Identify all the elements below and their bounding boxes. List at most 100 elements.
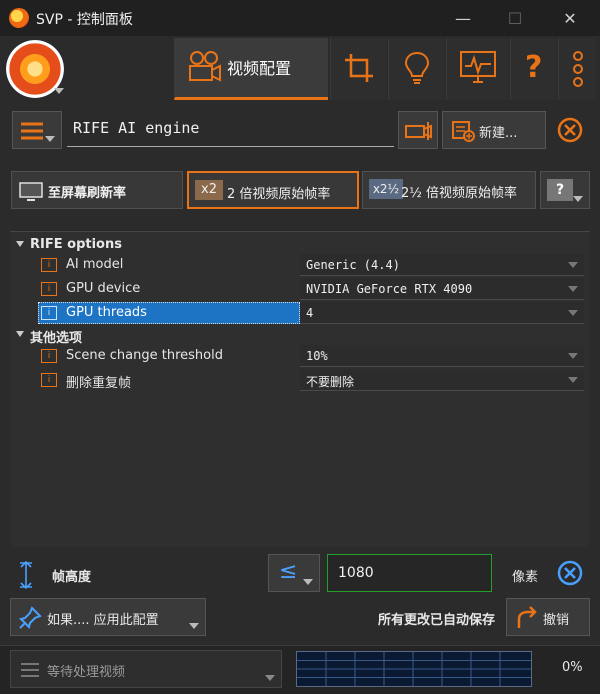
autosave-status: 所有更改已自动保存 [378,613,496,628]
chevron-down-icon [54,88,64,94]
info-icon: i [41,349,57,363]
app-logo-icon [9,8,29,28]
option-row-gpu-threads[interactable]: i GPU threads 4 [10,302,590,325]
list-icon [21,663,39,677]
video-queue-dropdown[interactable]: 等待处理视频 [10,650,282,688]
group-label: 其他选项 [30,331,83,346]
expand-icon [16,241,24,247]
group-label: RIFE options [30,237,122,252]
undo-arrow-icon [517,606,537,628]
option-label: 删除重复帧 [66,376,132,391]
mode-custom-dropdown[interactable]: ? [540,171,590,209]
option-row-gpu-device[interactable]: i GPU device NVIDIA GeForce RTX 4090 [10,278,590,301]
chevron-down-icon [568,377,578,383]
option-value-dropdown[interactable]: 不要删除 [300,369,584,391]
chevron-down-icon [303,579,313,585]
tab-video-config[interactable]: 视频配置 [174,38,328,100]
profile-name-input[interactable]: RIFE AI engine [67,111,394,147]
chevron-down-icon [573,196,583,202]
chevron-down-icon [568,286,578,292]
option-value: 不要删除 [306,375,355,389]
profile-settings-button[interactable] [398,111,438,149]
info-icon: i [41,306,57,320]
option-value-dropdown[interactable]: 10% [300,345,584,367]
option-value: 10% [306,349,328,363]
unit-label: 像素 [512,570,539,585]
frame-height-input[interactable]: 1080 [327,554,492,592]
crop-icon [345,54,373,82]
option-row-scene-change[interactable]: i Scene change threshold 10% [10,345,590,368]
window-title: SVP - 控制面板 [36,12,133,28]
load-percent: 0% [562,660,583,675]
mode-2x-button[interactable]: x2 2 倍视频原始帧率 [187,171,359,209]
chevron-down-icon [45,136,55,142]
delete-profile-button[interactable] [551,111,589,149]
more-options-icon [573,51,583,87]
group-other-options[interactable]: 其他选项 [10,324,590,347]
cpu-load-graph [296,651,532,687]
mode-screen-refresh-button[interactable]: 至屏幕刷新率 [11,171,183,209]
tab-monitor[interactable] [446,38,508,100]
tab-tips[interactable] [388,38,444,100]
chevron-down-icon [568,310,578,316]
film-config-icon [405,122,432,140]
option-value: NVIDIA GeForce RTX 4090 [306,282,473,296]
new-profile-button[interactable]: 新建... [442,111,546,149]
info-icon: i [41,258,57,272]
x2-5-icon: x2½ [369,179,403,199]
maximize-button[interactable]: ☐ [492,0,538,36]
option-value: Generic (4.4) [306,258,400,272]
undo-button[interactable]: 撤销 [506,598,590,636]
minimize-button[interactable]: — [440,0,486,36]
mode-2-5x-label: 2½ 倍视频原始帧率 [401,186,518,201]
menu-icon [21,122,43,140]
close-window-button[interactable]: ✕ [547,0,593,36]
info-icon: i [41,282,57,296]
compare-operator-dropdown[interactable]: ≤ [268,554,320,592]
close-circle-icon [557,560,583,586]
load-graph-grid [297,652,531,686]
apply-if-label: 如果.... 应用此配置 [47,613,159,628]
option-value: 4 [306,306,314,320]
mode-2x-label: 2 倍视频原始帧率 [227,187,331,202]
question-icon: ? [547,179,573,201]
x2-icon: x2 [195,180,223,200]
chevron-down-icon [568,262,578,268]
help-icon: ? [525,50,543,85]
queue-status-label: 等待处理视频 [47,665,126,680]
option-value-dropdown[interactable]: Generic (4.4) [300,254,584,276]
option-value-dropdown[interactable]: 4 [300,302,584,324]
chevron-down-icon [568,353,578,359]
option-row-remove-duplicates[interactable]: i 删除重复帧 不要删除 [10,369,590,392]
pin-icon [19,606,42,629]
option-label: AI model [66,257,124,272]
tab-video-config-label: 视频配置 [227,59,292,78]
close-circle-icon [557,117,583,143]
new-profile-label: 新建... [479,126,518,141]
apply-if-button[interactable]: 如果.... 应用此配置 [10,598,206,636]
option-label: GPU device [66,281,141,296]
new-document-icon [452,121,475,142]
clear-height-button[interactable] [551,554,589,592]
lightbulb-icon [404,51,430,84]
option-row-ai-model[interactable]: i AI model Generic (4.4) [10,254,590,277]
expand-icon [16,331,24,337]
monitor-icon [19,182,43,201]
video-camera-icon [189,51,221,82]
option-label: Scene change threshold [66,348,223,363]
mode-2-5x-button[interactable]: x2½ 2½ 倍视频原始帧率 [362,171,536,209]
info-icon: i [41,373,57,387]
compare-operator: ≤ [279,559,298,584]
option-value-dropdown[interactable]: NVIDIA GeForce RTX 4090 [300,278,584,300]
tab-help[interactable]: ? [510,38,556,100]
vertical-resize-icon [20,561,32,589]
tab-more[interactable] [558,38,596,100]
option-label: GPU threads [66,305,147,320]
tab-crop[interactable] [330,38,386,100]
undo-label: 撤销 [543,613,570,628]
frame-height-label: 帧高度 [52,570,92,585]
mode-screen-refresh-label: 至屏幕刷新率 [48,186,127,201]
profile-menu-button[interactable] [12,111,62,149]
chevron-down-icon [189,623,199,629]
chevron-down-icon [265,675,275,681]
